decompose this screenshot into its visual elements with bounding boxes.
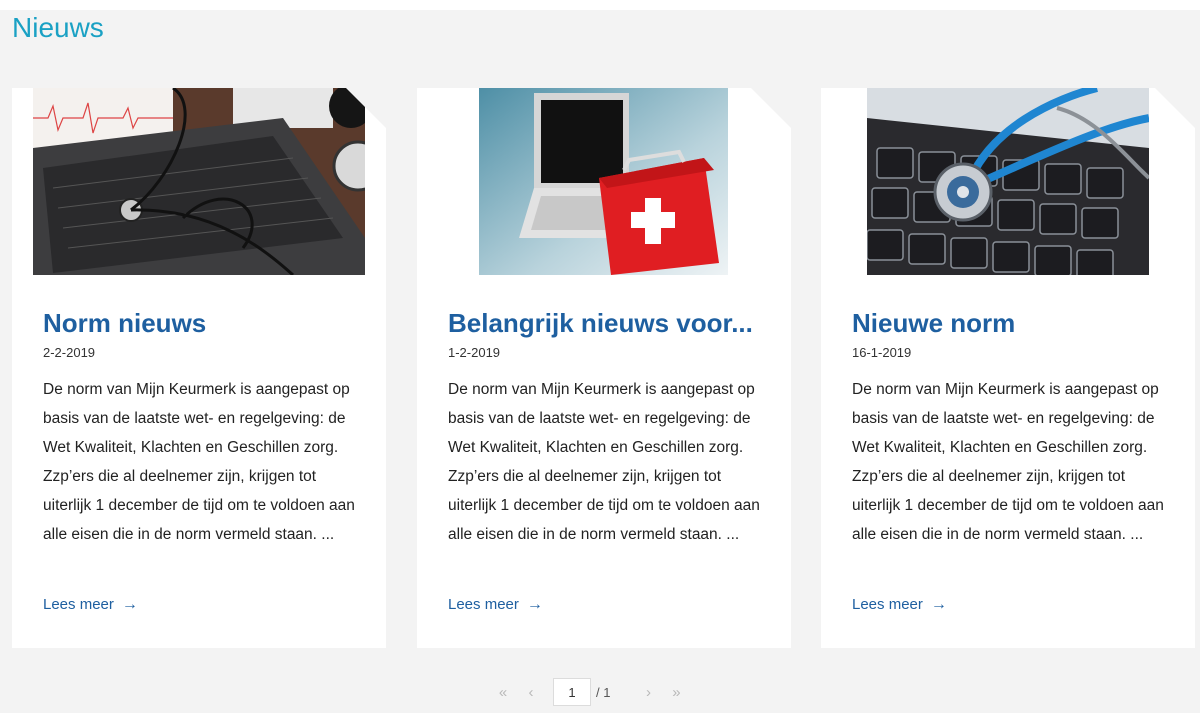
article-excerpt: De norm van Mijn Keurmerk is aangepast o… — [43, 381, 355, 543]
card-corner-fold — [751, 88, 791, 128]
read-more-label: Lees meer — [43, 596, 114, 613]
next-page-icon[interactable]: › — [634, 684, 662, 701]
article-title[interactable]: Norm nieuws — [43, 308, 361, 339]
article-date: 2-2-2019 — [43, 345, 96, 360]
read-more-link[interactable]: Lees meer → — [852, 596, 947, 614]
first-page-icon[interactable]: « — [489, 684, 517, 701]
article-excerpt: De norm van Mijn Keurmerk is aangepast o… — [852, 381, 1164, 543]
arrow-right-icon: → — [526, 596, 543, 613]
read-more-label: Lees meer — [448, 596, 519, 613]
article-image[interactable] — [867, 88, 1149, 275]
article-title[interactable]: Nieuwe norm — [852, 308, 1170, 339]
page-total: / 1 — [596, 684, 611, 700]
arrow-right-icon: → — [121, 596, 138, 613]
pagination: « ‹ / 1 › » — [489, 677, 690, 707]
laptop-first-aid-kit-photo — [479, 88, 728, 275]
article-excerpt: De norm van Mijn Keurmerk is aangepast o… — [448, 381, 760, 543]
page-number-input[interactable] — [553, 678, 591, 706]
keyboard-stethoscope-photo — [867, 88, 1149, 275]
card-corner-fold — [1155, 88, 1195, 128]
article-date: 1-2-2019 — [448, 345, 501, 360]
read-more-label: Lees meer — [852, 596, 923, 613]
arrow-right-icon: → — [930, 596, 947, 613]
article-image[interactable] — [479, 88, 728, 275]
laptop-stethoscope-ecg-photo — [33, 88, 365, 275]
prev-page-icon[interactable]: ‹ — [517, 684, 545, 701]
news-section: Nieuws Norm nieuws 2-2-2019 De norm van … — [0, 10, 1200, 713]
section-title: Nieuws — [12, 12, 104, 43]
news-card: Nieuwe norm 16-1-2019 De norm van Mijn K… — [821, 88, 1195, 648]
article-title[interactable]: Belangrijk nieuws voor... — [448, 308, 766, 339]
article-date: 16-1-2019 — [852, 345, 912, 360]
read-more-link[interactable]: Lees meer → — [448, 596, 543, 614]
news-card: Belangrijk nieuws voor... 1-2-2019 De no… — [417, 88, 791, 648]
article-image[interactable] — [33, 88, 365, 275]
card-corner-fold — [346, 88, 386, 128]
news-card: Norm nieuws 2-2-2019 De norm van Mijn Ke… — [12, 88, 386, 648]
read-more-link[interactable]: Lees meer → — [43, 596, 138, 614]
last-page-icon[interactable]: » — [662, 684, 690, 701]
